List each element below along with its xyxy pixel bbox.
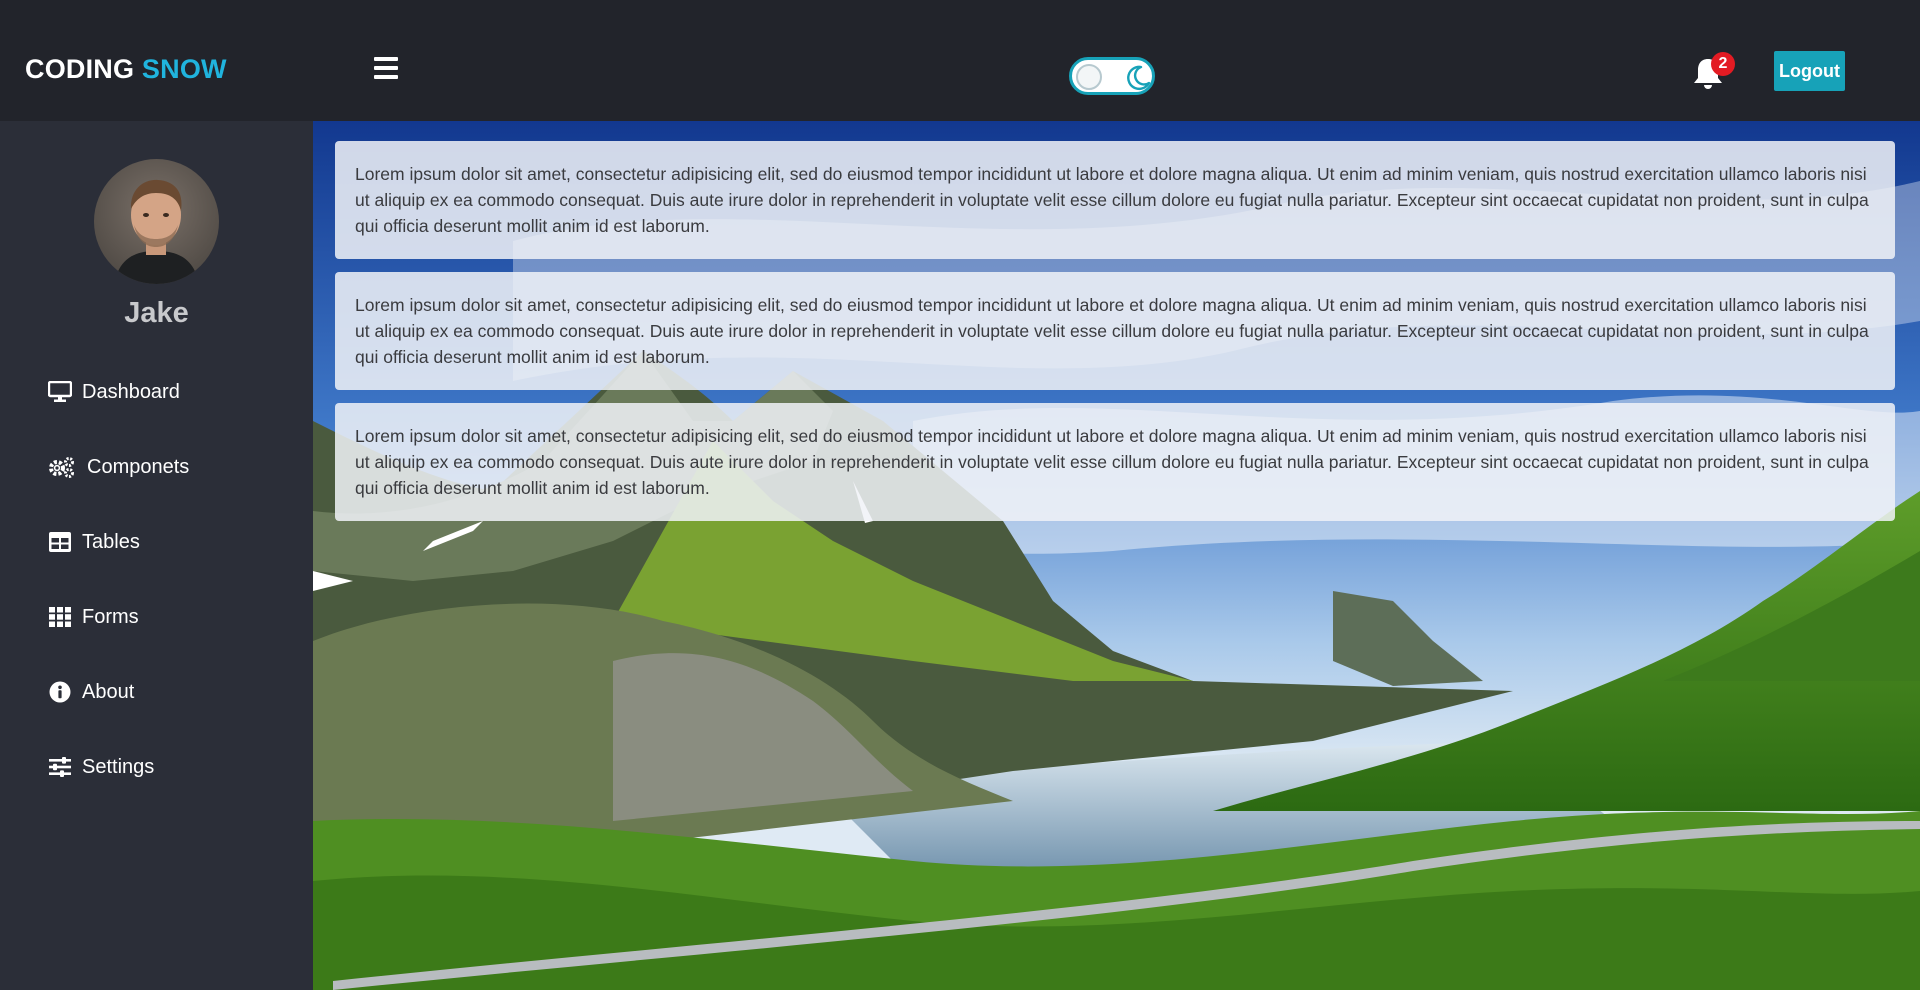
main-content: Lorem ipsum dolor sit amet, consectetur … xyxy=(313,121,1920,990)
sidebar-item-dashboard[interactable]: Dashboard xyxy=(48,374,180,410)
top-header: CODING SNOW 2 Logout xyxy=(0,0,1920,121)
sidebar-item-componets[interactable]: Componets xyxy=(48,449,189,485)
info-icon xyxy=(48,680,72,704)
moon-icon xyxy=(1127,65,1151,90)
brand-logo[interactable]: CODING SNOW xyxy=(25,54,227,85)
grid-icon xyxy=(48,605,72,629)
sidebar-item-label: Forms xyxy=(82,605,139,628)
avatar xyxy=(94,159,219,284)
sliders-icon xyxy=(48,755,72,779)
menu-toggle-icon[interactable] xyxy=(374,57,398,79)
sidebar-item-about[interactable]: About xyxy=(48,674,134,710)
content-card: Lorem ipsum dolor sit amet, consectetur … xyxy=(335,403,1895,521)
logout-button[interactable]: Logout xyxy=(1774,51,1845,91)
cogs-icon xyxy=(48,455,75,479)
notification-badge: 2 xyxy=(1711,52,1735,76)
brand-name-part1: CODING xyxy=(25,54,135,84)
content-card: Lorem ipsum dolor sit amet, consectetur … xyxy=(335,141,1895,259)
sidebar-item-label: Dashboard xyxy=(82,380,180,403)
sidebar-item-label: About xyxy=(82,680,135,703)
brand-name-part2: SNOW xyxy=(141,54,227,84)
content-card: Lorem ipsum dolor sit amet, consectetur … xyxy=(335,272,1895,390)
table-icon xyxy=(48,530,72,554)
sidebar-item-settings[interactable]: Settings xyxy=(48,749,154,785)
sidebar-item-tables[interactable]: Tables xyxy=(48,524,140,560)
monitor-icon xyxy=(48,380,72,404)
sidebar: Jake Dashboard Componets Tables Forms Ab… xyxy=(0,121,313,990)
sidebar-item-label: Componets xyxy=(87,455,190,478)
sidebar-item-label: Settings xyxy=(82,755,155,778)
toggle-knob xyxy=(1076,64,1102,90)
sidebar-item-forms[interactable]: Forms xyxy=(48,599,139,635)
sidebar-item-label: Tables xyxy=(82,530,140,553)
user-name: Jake xyxy=(124,297,189,329)
theme-toggle[interactable] xyxy=(1069,57,1155,95)
